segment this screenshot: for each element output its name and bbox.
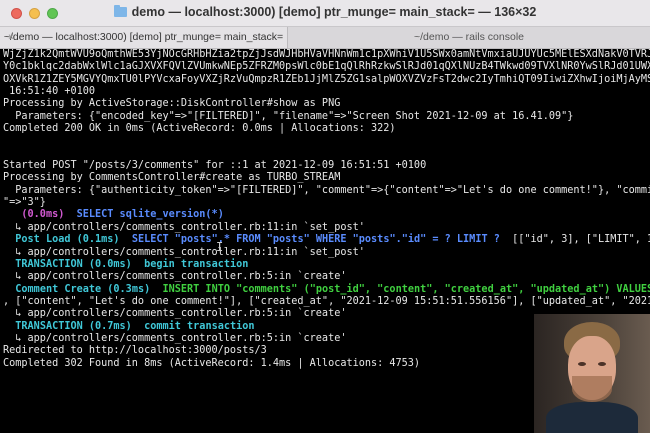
- terminal-text: "=>"3"}: [3, 197, 46, 209]
- terminal-text: TRANSACTION (0.0ms): [15, 258, 132, 270]
- terminal-line: ↳ app/controllers/comments_controller.rb…: [3, 247, 647, 259]
- terminal-text: ↳ app/controllers/comments_controller.rb…: [3, 332, 347, 344]
- terminal-text: WjZjZ1k2QmtWVU9oQmthWE53YjNOcGRHbHZia2tp…: [3, 49, 650, 60]
- tab-demo-server[interactable]: × ~/demo — localhost:3000) [demo] ptr_mu…: [0, 27, 287, 48]
- terminal-text: Processing by CommentsController#create …: [3, 172, 341, 184]
- terminal-text: ↳ app/controllers/comments_controller.rb…: [3, 221, 365, 233]
- window-title-text: demo — localhost:3000) [demo] ptr_munge=…: [131, 5, 537, 19]
- terminal-text: TRANSACTION (0.7ms): [15, 320, 132, 332]
- webcam-eye: [578, 362, 586, 366]
- terminal-line: Parameters: {"encoded_key"=>"[FILTERED]"…: [3, 111, 647, 123]
- terminal-text: INSERT INTO "comments" ("post_id", "cont…: [162, 283, 650, 295]
- terminal-line: Comment Create (0.3ms) INSERT INTO "comm…: [3, 283, 650, 296]
- terminal-line: Y0c1bklqc2dabWxlWlc1aGJXVXFQVlZVUmkwNEp5…: [3, 61, 650, 73]
- terminal-text: Processing by ActiveStorage::DiskControl…: [3, 98, 341, 110]
- terminal-text: Started POST "/posts/3/comments" for ::1…: [3, 160, 427, 172]
- terminal-text: Redirected to http://localhost:3000/post…: [3, 345, 267, 357]
- terminal-text: , ["content", "Let's do one comment!"], …: [3, 295, 650, 307]
- tab-bar: × ~/demo — localhost:3000) [demo] ptr_mu…: [0, 27, 650, 49]
- terminal-text: Y0c1bklqc2dabWxlWlc1aGJXVXFQVlZVUmkwNEp5…: [3, 61, 650, 73]
- terminal-line: , ["content", "Let's do one comment!"], …: [3, 295, 650, 308]
- tab-label: ~/demo — rails console: [413, 31, 524, 43]
- terminal-text: [["id", 3], ["LIMIT", 1]]: [499, 234, 650, 246]
- terminal-text: SELECT "posts".* FROM "posts" WHERE "pos…: [131, 234, 500, 246]
- terminal-text: commit transaction: [144, 320, 255, 332]
- webcam-shirt: [546, 402, 638, 433]
- terminal-line: Completed 200 OK in 0ms (ActiveRecord: 0…: [3, 123, 647, 135]
- close-icon[interactable]: ×: [8, 27, 14, 48]
- terminal-line: Processing by ActiveStorage::DiskControl…: [3, 98, 647, 110]
- terminal-text: Post Load (0.1ms): [15, 234, 120, 246]
- terminal-text: ↳ app/controllers/comments_controller.rb…: [3, 308, 347, 320]
- terminal-line: "=>"3"}: [3, 197, 647, 209]
- webcam-overlay: [534, 314, 650, 433]
- terminal-text: ↳ app/controllers/comments_controller.rb…: [3, 246, 365, 258]
- terminal-line: ↳ app/controllers/comments_controller.rb…: [3, 271, 647, 283]
- terminal-text: begin transaction: [144, 258, 249, 270]
- ibeam-cursor-icon: I: [216, 240, 224, 254]
- terminal-line: WjZjZ1k2QmtWVU9oQmthWE53YjNOcGRHbHZia2tp…: [3, 49, 650, 61]
- terminal-text: OXVkR1Z1ZEY5MGVYQmxTU0lPYVcxaFoyVXZjRzVu…: [3, 73, 650, 85]
- webcam-eye: [598, 362, 606, 366]
- terminal-line: Parameters: {"authenticity_token"=>"[FIL…: [3, 184, 650, 197]
- terminal-text: Parameters: {"encoded_key"=>"[FILTERED]"…: [3, 110, 574, 122]
- terminal-text: ↳ app/controllers/comments_controller.rb…: [3, 271, 347, 283]
- window-title: demo — localhost:3000) [demo] ptr_munge=…: [0, 5, 650, 19]
- title-bar: demo — localhost:3000) [demo] ptr_munge=…: [0, 0, 650, 27]
- terminal-text: 16:51:40 +0100: [3, 86, 96, 98]
- folder-icon: [113, 5, 127, 17]
- terminal-text: SELECT sqlite_version(*): [76, 209, 224, 221]
- terminal-line: ↳ app/controllers/comments_controller.rb…: [3, 222, 647, 234]
- terminal-text: Completed 302 Found in 8ms (ActiveRecord…: [3, 357, 421, 369]
- terminal-text: Comment Create (0.3ms): [15, 283, 151, 295]
- terminal-line: 16:51:40 +0100: [3, 86, 647, 98]
- terminal-line: TRANSACTION (0.0ms) begin transaction: [3, 259, 647, 271]
- terminal-line: Started POST "/posts/3/comments" for ::1…: [3, 160, 647, 172]
- terminal-line: Processing by CommentsController#create …: [3, 172, 647, 184]
- terminal-line: (0.0ms) SELECT sqlite_version(*): [3, 209, 647, 221]
- tab-rails-console[interactable]: ~/demo — rails console: [287, 27, 650, 48]
- terminal-text: (0.0ms): [21, 209, 65, 221]
- terminal-text: Parameters: {"authenticity_token"=>"[FIL…: [15, 184, 650, 196]
- terminal-line: OXVkR1Z1ZEY5MGVYQmxTU0lPYVcxaFoyVXZjRzVu…: [3, 73, 650, 86]
- tab-label: ~/demo — localhost:3000) [demo] ptr_mung…: [3, 31, 284, 43]
- terminal-text: Completed 200 OK in 0ms (ActiveRecord: 0…: [3, 123, 396, 135]
- webcam-beard: [572, 376, 612, 402]
- terminal-line: Post Load (0.1ms) SELECT "posts".* FROM …: [3, 234, 650, 246]
